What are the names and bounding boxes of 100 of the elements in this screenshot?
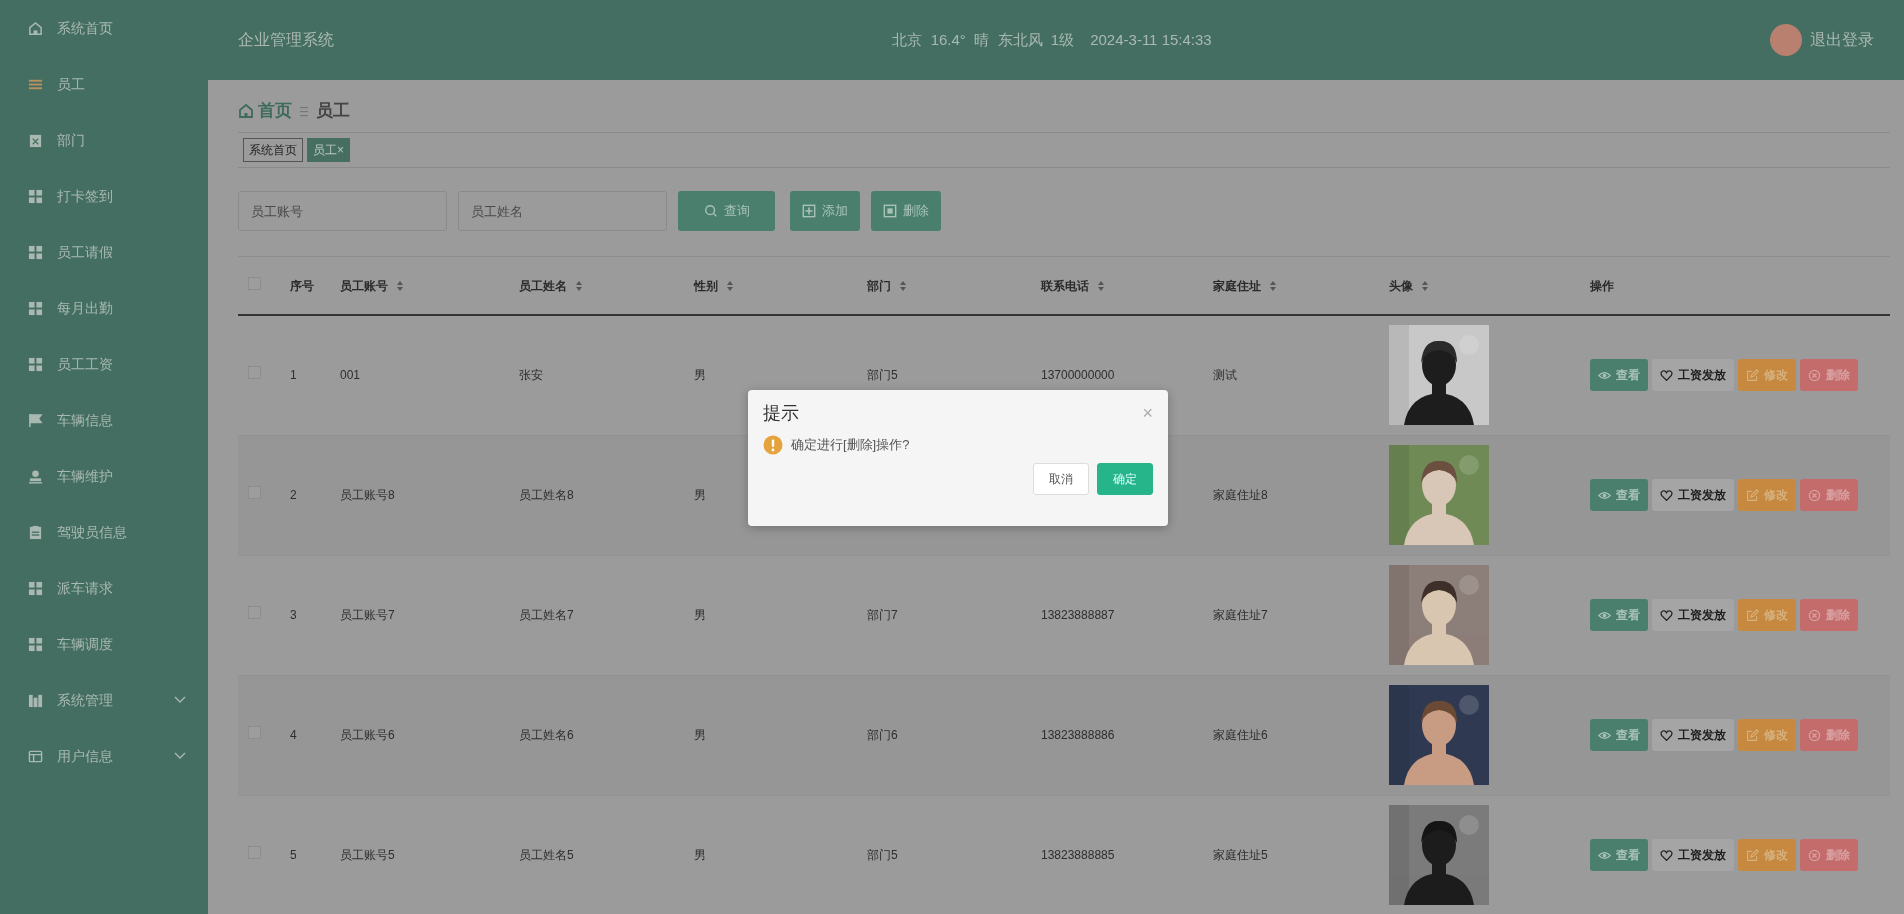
dialog-message: 确定进行[删除]操作? xyxy=(791,436,910,455)
sidebar-item[interactable]: 派车请求 xyxy=(0,560,208,616)
table-cell: 男 xyxy=(694,488,706,502)
sort-icon xyxy=(899,279,907,292)
sidebar-item[interactable]: 员工请假 xyxy=(0,224,208,280)
square-icon xyxy=(883,204,897,218)
table-cell: 3 xyxy=(290,608,297,622)
view-button[interactable]: 查看 xyxy=(1590,839,1648,871)
warning-icon xyxy=(763,435,783,455)
close-circle-icon xyxy=(1808,848,1821,862)
heart-icon xyxy=(1660,608,1673,622)
edit-icon xyxy=(1746,848,1759,862)
table-cell: 员工账号8 xyxy=(340,488,395,502)
heart-icon xyxy=(1660,368,1673,382)
sort-icon xyxy=(1269,279,1277,292)
breadcrumb-link[interactable]: 首页 xyxy=(258,98,292,124)
sort-icon xyxy=(1421,279,1429,292)
view-button[interactable]: 查看 xyxy=(1590,359,1648,392)
close-circle-icon xyxy=(1808,608,1821,622)
table-cell: 13823888885 xyxy=(1041,848,1115,862)
sidebar-item[interactable]: 打卡签到 xyxy=(0,168,208,224)
column-header: 头像 xyxy=(1389,276,1429,295)
column-header: 联系电话 xyxy=(1041,276,1105,295)
view-button[interactable]: 查看 xyxy=(1590,479,1648,511)
table-cell: 员工账号7 xyxy=(340,608,395,622)
column-header: 序号 xyxy=(290,277,314,295)
column-header: 操作 xyxy=(1590,277,1614,295)
sidebar-item[interactable]: 员工工资 xyxy=(0,336,208,392)
search-icon xyxy=(703,204,718,218)
column-header: 员工姓名 xyxy=(519,276,583,295)
tag[interactable]: 员工× xyxy=(307,138,350,162)
home-icon xyxy=(238,103,254,119)
input-field[interactable]: 员工姓名 xyxy=(458,191,667,231)
logout-link[interactable]: 退出登录 xyxy=(1810,28,1874,52)
pay-button[interactable]: 工资发放 xyxy=(1652,359,1734,392)
edit-button[interactable]: 修改 xyxy=(1738,599,1796,631)
datetime-text: 2024-3-11 15:4:33 xyxy=(1090,29,1212,50)
add-button[interactable]: 添加 xyxy=(790,191,860,231)
avatar[interactable] xyxy=(1770,24,1802,56)
table-cell: 2 xyxy=(290,488,297,502)
confirm-button[interactable]: 确定 xyxy=(1097,463,1153,495)
heart-icon xyxy=(1660,848,1673,862)
table-cell: 员工姓名7 xyxy=(519,608,574,622)
table-cell: 001 xyxy=(340,368,361,383)
edit-button[interactable]: 修改 xyxy=(1738,839,1796,871)
sort-icon xyxy=(396,279,404,292)
pay-button[interactable]: 工资发放 xyxy=(1652,599,1734,631)
sidebar-item[interactable]: 每月出勤 xyxy=(0,280,208,336)
table-cell: 员工姓名6 xyxy=(519,728,574,742)
table-cell: 员工姓名8 xyxy=(519,488,574,502)
sidebar-item[interactable]: 系统首页 xyxy=(0,0,208,56)
view-button[interactable]: 查看 xyxy=(1590,599,1648,631)
table-cell: 5 xyxy=(290,848,297,862)
edit-button[interactable]: 修改 xyxy=(1738,479,1796,511)
table-cell: 男 xyxy=(694,848,706,862)
edit-icon xyxy=(1746,488,1759,502)
table-cell: 家庭住址6 xyxy=(1213,728,1268,742)
column-header: 员工账号 xyxy=(340,276,404,295)
sidebar-item[interactable]: 车辆维护 xyxy=(0,448,208,504)
edit-button[interactable]: 修改 xyxy=(1738,359,1796,392)
table-cell: 家庭住址8 xyxy=(1213,488,1268,502)
table-cell: 男 xyxy=(694,368,706,383)
column-header: 性别 xyxy=(694,276,734,295)
table-cell: 1 xyxy=(290,368,297,383)
view-button[interactable]: 查看 xyxy=(1590,719,1648,751)
edit-icon xyxy=(1746,608,1759,622)
sort-icon xyxy=(1097,279,1105,292)
sidebar-item[interactable]: 驾驶员信息 xyxy=(0,504,208,560)
close-button[interactable]: × xyxy=(1142,400,1153,427)
pay-button[interactable]: 工资发放 xyxy=(1652,479,1734,511)
sidebar-item[interactable]: 车辆信息 xyxy=(0,392,208,448)
app-title: 企业管理系统 xyxy=(238,30,334,50)
input-field[interactable]: 员工账号 xyxy=(238,191,447,231)
close-circle-icon xyxy=(1808,488,1821,502)
sidebar-item[interactable]: 员工 xyxy=(0,56,208,112)
pay-button[interactable]: 工资发放 xyxy=(1652,839,1734,871)
table-cell: 13700000000 xyxy=(1041,368,1115,383)
table-cell: 家庭住址5 xyxy=(1213,848,1268,862)
table-cell: 部门6 xyxy=(867,728,898,742)
delete-button[interactable]: 删除 xyxy=(871,191,941,231)
sidebar-item[interactable]: 用户信息 xyxy=(0,728,208,784)
sidebar-item[interactable]: 部门 xyxy=(0,112,208,168)
tag[interactable]: 系统首页 xyxy=(243,138,303,162)
breadcrumb-current: 员工 xyxy=(316,100,350,123)
close-circle-icon xyxy=(1808,728,1821,742)
cancel-button[interactable]: 取消 xyxy=(1033,463,1089,495)
heart-icon xyxy=(1660,728,1673,742)
weather-text: 北京 16.4° 晴 东北风 1级 xyxy=(892,29,1075,50)
edit-button[interactable]: 修改 xyxy=(1738,719,1796,751)
table-cell: 张安 xyxy=(519,368,543,383)
sidebar-item[interactable]: 系统管理 xyxy=(0,672,208,728)
table-cell: 员工账号5 xyxy=(340,848,395,862)
sidebar-item[interactable]: 车辆调度 xyxy=(0,616,208,672)
dialog-title: 提示 xyxy=(763,402,799,425)
table-cell: 部门5 xyxy=(867,848,898,862)
search-button[interactable]: 查询 xyxy=(678,191,775,231)
table-cell: 测试 xyxy=(1213,368,1237,383)
pay-button[interactable]: 工资发放 xyxy=(1652,719,1734,751)
table-cell: 男 xyxy=(694,608,706,622)
table-cell: 员工姓名5 xyxy=(519,848,574,862)
